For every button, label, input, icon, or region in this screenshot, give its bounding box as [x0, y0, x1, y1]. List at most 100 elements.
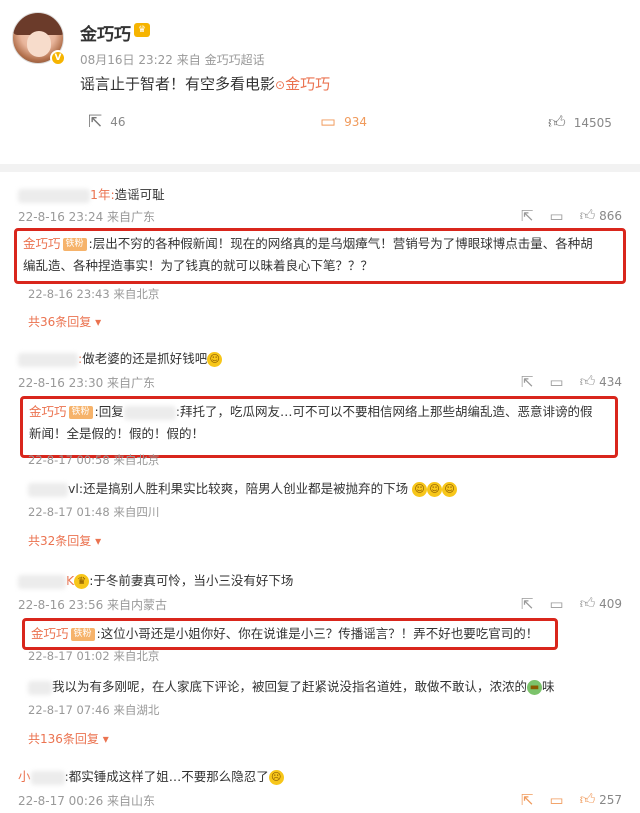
laugh-emoji-icon: ☺ — [207, 352, 223, 367]
repost-button[interactable]: ⇱ 46 — [88, 112, 126, 132]
highlighted-reply-3: 金巧巧 铁粉:这位小哥还是小姐你好、你在说谁是小三？传播谣言？！弄不好也要吃官司的… — [22, 618, 558, 650]
comment-4-actions: ⇱ ▭ 👍︎ 257 — [521, 790, 622, 809]
section-divider — [0, 164, 640, 172]
blurred-username — [123, 405, 176, 420]
sub-reply-3: 我以为有多刚呢，在人家底下评论，被回复了赶紧说没指名道姓，敢做不敢认，浓浓的 ▬ 味 — [28, 676, 555, 695]
blurred-username — [28, 482, 68, 497]
comment-icon[interactable]: ▭ — [549, 207, 563, 225]
comment-1-more-replies[interactable]: 共36条回复 ▾ — [28, 313, 101, 330]
reply-1-content: 金巧巧 铁粉:层出不穷的各种假新闻！现在的网络真的是乌烟瘴气！营销号为了博眼球博点… — [17, 231, 623, 279]
post-text: 谣言止于智者！有空多看电影⊙金巧巧 — [80, 73, 330, 94]
comment-4-text: :都实锤成这样了姐…不要那么隐忍了 — [64, 769, 269, 784]
comment-3-user-suffix[interactable]: K — [66, 573, 74, 588]
reply-3-user[interactable]: 金巧巧 — [31, 626, 69, 641]
blurred-username — [30, 770, 65, 785]
comment-3-text: :于冬前妻真可怜，当小三没有好下场 — [89, 573, 294, 588]
like-count: 14505 — [573, 115, 612, 130]
sub-reply-2-meta: 22-8-17 01:48 来自四川 — [28, 505, 160, 519]
blurred-username — [28, 680, 52, 695]
comment-4-like-button[interactable]: 👍︎ 257 — [580, 790, 622, 809]
post-meta: 08月16日 23:22 来自 金巧巧超话 — [80, 53, 265, 67]
comment-1-user-suffix[interactable]: 1年: — [90, 187, 115, 202]
comment-4-like-count: 257 — [599, 793, 622, 807]
reply-2-line2: 新闻！全是假的！假的！假的！ — [29, 426, 205, 441]
sub-reply-2-user[interactable]: vl: — [68, 481, 83, 496]
reply-2-line1a: :回复 — [94, 404, 124, 419]
laugh-emoji-icon: ☺ — [442, 482, 458, 497]
comment-3-like-button[interactable]: 👍︎ 409 — [580, 594, 622, 613]
sub-reply-2-text: 还是搞别人胜利果实比较爽，陪男人创业都是被抛弃的下场 — [83, 481, 409, 496]
super-topic-link[interactable]: 金巧巧 — [285, 75, 330, 93]
share-icon[interactable]: ⇱ — [521, 595, 534, 613]
reply-2-meta: 22-8-17 00:58 来自北京 — [28, 453, 160, 467]
comment-2-like-button[interactable]: 👍︎ 434 — [580, 372, 622, 391]
crown-icon: ♛ — [134, 23, 150, 37]
reply-3-meta: 22-8-17 01:02 来自北京 — [28, 649, 160, 663]
post-actions: ⇱ 46 ▭ 934 👍︎ 14505 — [0, 112, 640, 136]
reply-2-user[interactable]: 金巧巧 — [29, 404, 67, 419]
comment-3-line: K ♛:于冬前妻真可怜，当小三没有好下场 — [18, 570, 293, 589]
reply-3-content: 金巧巧 铁粉:这位小哥还是小姐你好、你在说谁是小三？传播谣言？！弄不好也要吃官司的… — [25, 621, 555, 647]
reply-3-line1: :这位小哥还是小姐你好、你在说谁是小三？传播谣言？！弄不好也要吃官司的！ — [96, 626, 539, 641]
comment-1-actions: ⇱ ▭ 👍︎ 866 — [521, 206, 622, 225]
laugh-emoji-icon: ☺ — [427, 482, 443, 497]
sub-reply-3-meta: 22-8-17 07:46 来自湖北 — [28, 703, 160, 717]
post-author-name[interactable]: 金巧巧 — [80, 20, 131, 45]
reply-1-line1: :层出不穷的各种假新闻！现在的网络真的是乌烟瘴气！营销号为了博眼球博点击量、各种… — [88, 236, 593, 251]
share-icon[interactable]: ⇱ — [521, 207, 534, 225]
reply-1-meta: 22-8-16 23:43 来自北京 — [28, 287, 160, 301]
crown-emoji-icon: ♛ — [74, 574, 90, 589]
weibo-post: V 金巧巧 ♛ 08月16日 23:22 来自 金巧巧超话 谣言止于智者！有空多… — [0, 0, 640, 160]
share-icon[interactable]: ⇱ — [521, 373, 534, 391]
thumbs-up-icon: 👍︎ — [548, 113, 566, 133]
thumbs-up-icon: 👍︎ — [579, 594, 596, 612]
repost-count: 46 — [110, 115, 126, 129]
post-text-main: 谣言止于智者！有空多看电影 — [80, 75, 276, 93]
comment-1-like-count: 866 — [599, 209, 622, 223]
comment-4-line: 小 :都实锤成这样了姐…不要那么隐忍了 ☹ — [18, 766, 284, 785]
like-button[interactable]: 👍︎ 14505 — [548, 112, 612, 133]
comment-4-user-prefix[interactable]: 小 — [18, 769, 31, 784]
fans-badge: 铁粉 — [62, 238, 87, 251]
comment-2-line: :做老婆的还是抓好钱吧 ☺ — [18, 348, 223, 367]
comment-2-text: 做老婆的还是抓好钱吧 — [82, 351, 208, 366]
comment-2-like-count: 434 — [599, 375, 622, 389]
reply-1-user[interactable]: 金巧巧 — [23, 236, 61, 251]
blurred-username — [18, 352, 78, 367]
comment-2-actions: ⇱ ▭ 👍︎ 434 — [521, 372, 622, 391]
fans-badge: 铁粉 — [70, 628, 95, 641]
comment-1-text: 造谣可耻 — [114, 187, 165, 202]
comment-icon[interactable]: ▭ — [549, 373, 563, 391]
comment-3-more-replies[interactable]: 共136条回复 ▾ — [28, 730, 109, 747]
comment-count: 934 — [344, 115, 367, 129]
super-topic-icon: ⊙ — [275, 78, 286, 92]
comment-icon[interactable]: ▭ — [549, 791, 563, 809]
sub-reply-3-text-end: 味 — [542, 679, 555, 694]
share-icon[interactable]: ⇱ — [521, 791, 534, 809]
comment-3-actions: ⇱ ▭ 👍︎ 409 — [521, 594, 622, 613]
thumbs-up-icon: 👍︎ — [579, 790, 596, 808]
thumbs-up-icon: 👍︎ — [579, 206, 596, 224]
thumbs-up-icon: 👍︎ — [579, 372, 596, 390]
comment-button[interactable]: ▭ 934 — [320, 112, 367, 132]
laugh-emoji-icon: ☺ — [412, 482, 428, 497]
fans-badge: 铁粉 — [68, 406, 93, 419]
comment-2-more-replies[interactable]: 共32条回复 ▾ — [28, 532, 101, 549]
highlighted-reply-1: 金巧巧 铁粉:层出不穷的各种假新闻！现在的网络真的是乌烟瘴气！营销号为了博眼球博点… — [14, 228, 626, 284]
comment-1-like-button[interactable]: 👍︎ 866 — [580, 206, 622, 225]
comment-icon[interactable]: ▭ — [549, 595, 563, 613]
comment-3-meta: 22-8-16 23:56 来自内蒙古 — [18, 598, 168, 612]
crying-emoji-icon: ☹ — [268, 770, 284, 785]
comment-icon: ▭ — [320, 112, 337, 132]
comment-1-meta: 22-8-16 23:24 来自广东 — [18, 210, 156, 224]
comment-2-meta: 22-8-16 23:30 来自广东 — [18, 376, 156, 390]
blurred-username — [18, 574, 66, 589]
reply-2-line1b: :拜托了，吃瓜网友…可不可以不要相信网络上那些胡编乱造、恶意诽谤的假 — [175, 404, 593, 419]
blurred-username — [18, 188, 90, 203]
sub-reply-2: vl:还是搞别人胜利果实比较爽，陪男人创业都是被抛弃的下场 ☺ ☺ ☺ — [28, 478, 458, 497]
reply-2-content: 金巧巧 铁粉:回复 :拜托了，吃瓜网友…可不可以不要相信网络上那些胡编乱造、恶意诽谤… — [23, 399, 615, 447]
reply-1-line2: 编乱造、各种捏造事实！为了钱真的就可以昧着良心下笔？？？ — [23, 258, 374, 273]
share-icon: ⇱ — [88, 112, 103, 132]
comment-3-like-count: 409 — [599, 597, 622, 611]
avatar-face — [27, 31, 51, 57]
